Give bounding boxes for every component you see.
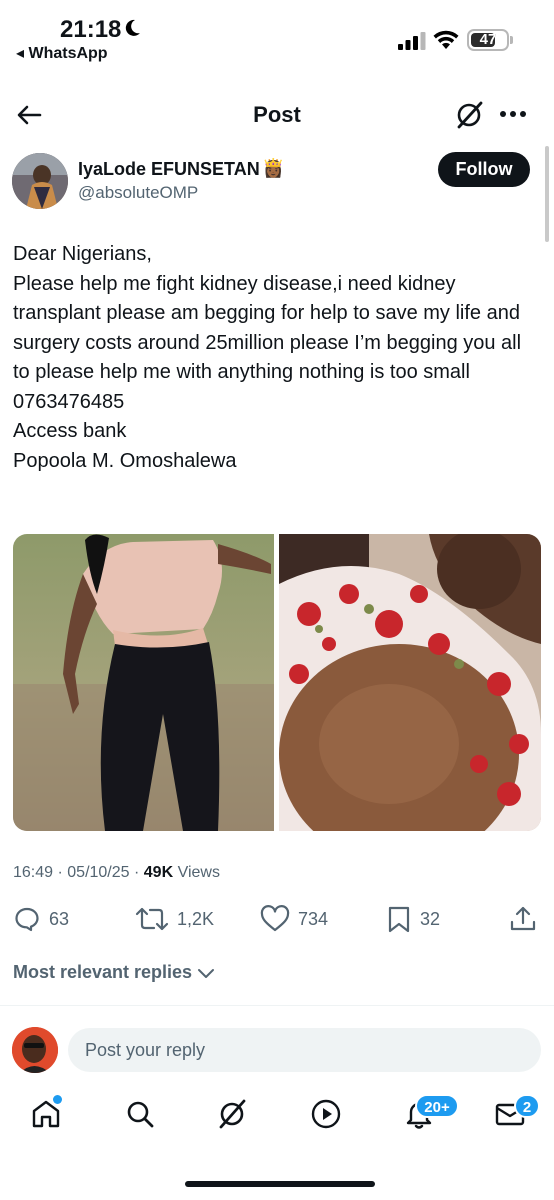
tweet-image-1[interactable]	[13, 534, 274, 831]
replies-sort-label: Most relevant replies	[13, 962, 193, 982]
battery-level: 47	[479, 31, 497, 48]
tweet-line: Please help me fight kidney disease,i ne…	[13, 272, 527, 384]
tweet-line: Dear Nigerians,	[13, 243, 152, 265]
share-action[interactable]	[509, 904, 537, 934]
author-avatar[interactable]	[12, 153, 68, 209]
heart-icon	[260, 905, 290, 932]
repost-action[interactable]: 1,2K	[135, 904, 214, 934]
scrollbar[interactable]	[545, 146, 549, 242]
repost-icon	[135, 907, 169, 931]
wifi-icon	[433, 30, 459, 49]
views-label[interactable]: Views	[178, 864, 220, 881]
tweet-line: Popoola M. Omoshalewa	[13, 449, 237, 472]
divider	[0, 1005, 554, 1006]
tweet-image-2[interactable]	[279, 534, 541, 831]
bookmark-count: 32	[420, 908, 441, 929]
repost-count: 1,2K	[177, 908, 215, 929]
moon-icon	[125, 19, 140, 36]
tweet-date: 05/10/25	[67, 864, 130, 881]
more-options-icon[interactable]	[499, 110, 527, 118]
views-count: 49K	[143, 864, 174, 881]
current-user-avatar[interactable]	[12, 1027, 58, 1073]
reply-input[interactable]: Post your reply	[68, 1028, 541, 1072]
search-icon[interactable]	[124, 1098, 156, 1130]
reply-count: 63	[49, 908, 70, 929]
share-icon	[510, 906, 536, 931]
home-indicator[interactable]	[185, 1181, 375, 1187]
chevron-down-icon	[198, 968, 215, 978]
author-display-name[interactable]: IyaLode EFUNSETAN	[78, 159, 260, 180]
video-icon[interactable]	[310, 1098, 342, 1130]
bookmark-action[interactable]: 32	[386, 904, 440, 934]
reply-action[interactable]: 63	[13, 904, 69, 934]
post-header: Post	[0, 86, 554, 144]
messages-badge: 2	[514, 1094, 540, 1118]
cellular-signal-icon	[398, 32, 426, 50]
like-action[interactable]: 734	[260, 904, 328, 934]
grok-icon[interactable]	[454, 100, 484, 130]
tweet-body: Dear Nigerians, Please help me fight kid…	[13, 240, 533, 476]
bookmark-icon	[388, 906, 410, 933]
follow-button[interactable]: Follow	[438, 152, 530, 187]
replies-sort-dropdown[interactable]: Most relevant replies	[13, 962, 216, 983]
battery-indicator: 47	[467, 29, 509, 51]
author-handle[interactable]: @absoluteOMP	[78, 183, 198, 203]
like-count: 734	[298, 908, 329, 929]
tweet-time: 16:49	[13, 864, 54, 881]
reply-icon	[15, 907, 39, 932]
battery-cap	[510, 36, 513, 44]
crown-emoji: 👸🏾	[262, 158, 285, 178]
back-to-app-link[interactable]: ◂ WhatsApp	[16, 43, 108, 63]
grok-nav-icon[interactable]	[216, 1098, 248, 1130]
tweet-meta: 16:49 · 05/10/25 · 49K Views	[13, 864, 220, 881]
status-bar: 21:18 ◂ WhatsApp 47	[0, 0, 554, 70]
home-notification-dot	[53, 1095, 62, 1104]
notifications-badge: 20+	[415, 1094, 459, 1118]
tweet-line: 0763476485	[13, 390, 125, 413]
status-time: 21:18	[60, 16, 122, 43]
tweet-line: Access bank	[13, 420, 127, 442]
